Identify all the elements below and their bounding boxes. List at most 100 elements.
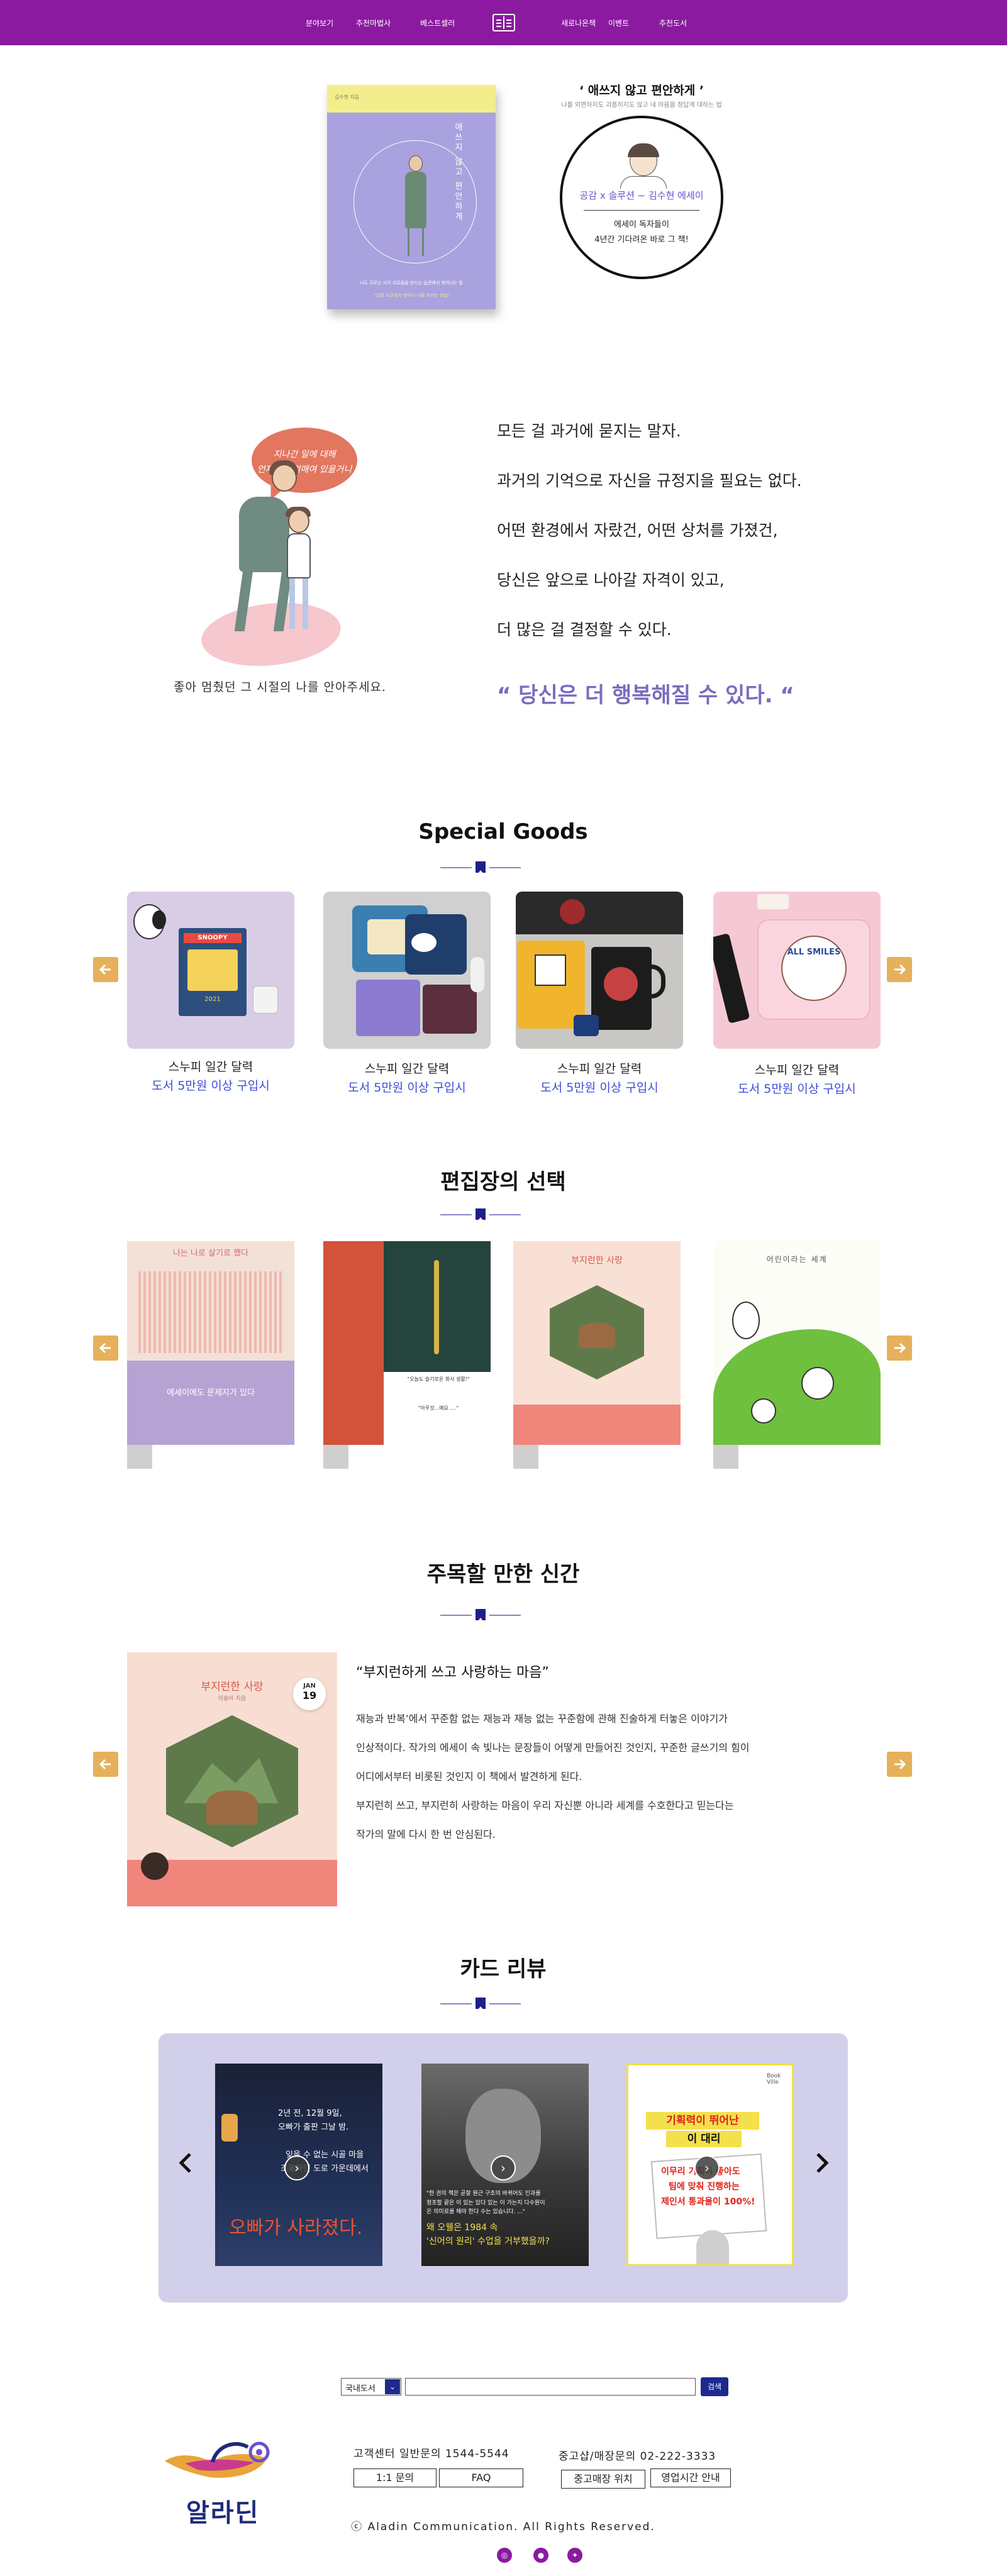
goods-name-2: 스누피 일간 달력 (364, 1062, 450, 1076)
review-card-1-lantern (221, 2114, 238, 2142)
review-card-2-text2: 정조할 끝은 이 있는 있다 있는 이 가는지 다수원이 (426, 2200, 545, 2206)
card-review-title: 카드 리뷰 (460, 1957, 547, 1982)
editor-book-4-tab (713, 1445, 738, 1469)
goods-pouch-badge: ALL SMILES (781, 936, 847, 1001)
goods-pin (574, 1015, 599, 1036)
editor-book-4-title: 어린이라는 세계 (766, 1255, 828, 1264)
nav-link-bestseller[interactable]: 베스트셀러 (420, 18, 455, 28)
goods-name-4: 스누피 일간 달력 (754, 1063, 840, 1077)
illustration-adult-body (239, 497, 289, 572)
editor-book-1-pattern (138, 1271, 283, 1353)
footer-customer-center: 고객센터 일반문의 1544-5544 (353, 2448, 509, 2460)
goods-card-4[interactable]: ALL SMILES (713, 892, 881, 1049)
nav-link-recommend-wizard[interactable]: 추천마법사 (356, 18, 391, 28)
twitter-icon[interactable]: ✦ (567, 2548, 582, 2563)
illustration-child-legs (289, 577, 308, 629)
instagram-icon[interactable]: ◎ (497, 2548, 512, 2563)
footer-inquiry-button[interactable]: 1:1 문의 (353, 2468, 437, 2487)
goods-card-2[interactable] (323, 892, 491, 1049)
editor-next-arrow-icon[interactable] (887, 1335, 912, 1361)
editor-book-2-line: "아무것...예요 ...." (418, 1405, 459, 1411)
goods-record (560, 899, 585, 924)
aladin-brand-text: 알라딘 (186, 2499, 260, 2528)
footer-faq-button[interactable]: FAQ (439, 2468, 523, 2487)
author-portrait-shoulders (620, 176, 667, 189)
new-book-paragraph-5: 작가의 말에 다시 한 번 안심된다. (356, 1828, 496, 1840)
editor-book-2-tab (323, 1445, 348, 1469)
book-logo-icon[interactable] (492, 14, 515, 31)
date-badge-month: JAN (303, 1683, 316, 1689)
newbook-prev-arrow-icon[interactable] (93, 1752, 118, 1777)
goods-cup (253, 986, 278, 1014)
goods-phone (757, 894, 789, 909)
goods-card-1[interactable]: SNOOPY 2021 (127, 892, 294, 1049)
review-card-1-headline: 오빠가 사라졌다. (229, 2217, 363, 2239)
section-divider-bookmark-icon (440, 861, 522, 874)
review-card-1-play-icon[interactable]: › (284, 2155, 309, 2181)
nav-link-new-books[interactable]: 새로나온책 (561, 18, 596, 28)
illustration-child-head (288, 509, 309, 533)
review-card-1-line1: 2년 전, 12월 9일, (278, 2109, 342, 2118)
goods-promo-1: 도서 5만원 이상 구입시 (152, 1079, 270, 1093)
search-input[interactable] (405, 2378, 696, 2396)
goods-name-1: 스누피 일간 달력 (168, 1060, 253, 1074)
goods-promo-2: 도서 5만원 이상 구입시 (348, 1081, 466, 1095)
editor-book-2-pencil (434, 1260, 439, 1354)
editor-pick-title: 편집장의 선택 (440, 1169, 566, 1195)
aladin-lamp-logo-icon[interactable] (160, 2433, 286, 2496)
review-prev-chevron-icon[interactable] (176, 2150, 195, 2182)
goods-card-holder-purple (356, 980, 420, 1036)
nav-link-event[interactable]: 이벤트 (608, 18, 629, 28)
editor-book-1-sub: 에세이에도 문제지가 있다 (167, 1388, 255, 1398)
hero-book-cover[interactable]: 김수현 지음 애쓰지 않고 편안하게 나도 모르는 사이 괴로움을 만드는 습관… (327, 85, 496, 309)
newbook-next-arrow-icon[interactable] (887, 1752, 912, 1777)
new-book-date-badge: JAN 19 (293, 1678, 326, 1710)
goods-lipbalm (470, 957, 484, 992)
review-next-chevron-icon[interactable] (813, 2150, 832, 2182)
editor-book-4[interactable]: 어린이라는 세계 (713, 1241, 881, 1445)
cover-figure-head (409, 155, 423, 172)
editor-book-2[interactable]: "오늘도 슬기로운 회사 생활!" "아무것...예요 ...." (323, 1241, 491, 1445)
editor-book-3[interactable]: 부지런한 사랑 (513, 1241, 681, 1445)
date-badge-day: 19 (302, 1689, 317, 1701)
editor-book-1[interactable]: 나는 나로 살기로 했다 에세이에도 문제지가 있다 (127, 1241, 294, 1445)
search-button[interactable]: 검색 (701, 2377, 728, 2396)
footer-hours-button[interactable]: 영업시간 안내 (650, 2468, 731, 2487)
goods-card-3[interactable] (516, 892, 683, 1049)
goods-card-holder-dark (423, 985, 477, 1034)
editor-book-4-field (713, 1329, 881, 1445)
new-book-paragraph-3: 어디에서부터 비롯된 것인지 이 책에서 발견하게 된다. (356, 1771, 582, 1783)
search-category-value: 국내도서 (345, 2384, 376, 2394)
promo-circle-headline: 공감 x 솔루션 ~ 김수현 에세이 (579, 190, 704, 201)
nav-link-category[interactable]: 분야보기 (306, 18, 333, 28)
goods-prev-arrow-icon[interactable] (93, 957, 118, 982)
search-category-select[interactable]: 국내도서 ⌄ (341, 2378, 401, 2396)
review-card-3-figure (696, 2230, 729, 2264)
review-card-3-body3: 제인서 통과율이 100%! (661, 2197, 755, 2207)
illustration-adult-head (272, 464, 297, 492)
new-book-paragraph-4: 부지런히 쓰고, 부지런히 사랑하는 마음이 우리 자신뿐 아니라 세계를 수호… (356, 1799, 734, 1811)
review-card-3-tag: Book Ville (767, 2073, 781, 2086)
footer-store-location-button[interactable]: 중고매장 위치 (561, 2470, 645, 2489)
review-card-3-body2: 팀에 맞춰 진행하는 (669, 2182, 740, 2192)
quote-line-5: 더 많은 걸 결정할 수 있다. (497, 621, 672, 639)
kakao-icon[interactable]: ● (533, 2548, 548, 2563)
goods-next-arrow-icon[interactable] (887, 957, 912, 982)
editor-book-4-vegetable (801, 1367, 834, 1400)
nav-link-recommended[interactable]: 추천도서 (659, 18, 687, 28)
goods-snoopy-ear (152, 910, 166, 929)
editor-prev-arrow-icon[interactable] (93, 1335, 118, 1361)
quote-line-4: 당신은 앞으로 나아갈 자격이 있고, (497, 571, 725, 589)
goods-mug-emblem (604, 967, 638, 1001)
speech-bubble-line1: 지나간 일에 대해 (273, 450, 336, 460)
chevron-down-icon: ⌄ (385, 2379, 400, 2394)
editor-book-2-red-spine (323, 1241, 384, 1445)
cover-description: 나도 모르는 사이 괴로움을 만드는 습관에서 벗어나는 법 (360, 280, 463, 285)
goods-promo-4: 도서 5만원 이상 구입시 (738, 1082, 856, 1096)
goods-mug-label (535, 954, 566, 986)
quote-line-1: 모든 걸 과거에 묻지는 말자. (497, 422, 681, 440)
review-card-2-play-icon[interactable]: › (491, 2155, 516, 2181)
goods-year-label: 2021 (204, 996, 221, 1003)
review-card-3-play-icon[interactable]: › (694, 2155, 720, 2181)
hero-subtitle: 나를 외면하지도 괴롭히지도 않고 내 마음을 정답게 대하는 법 (561, 102, 722, 109)
